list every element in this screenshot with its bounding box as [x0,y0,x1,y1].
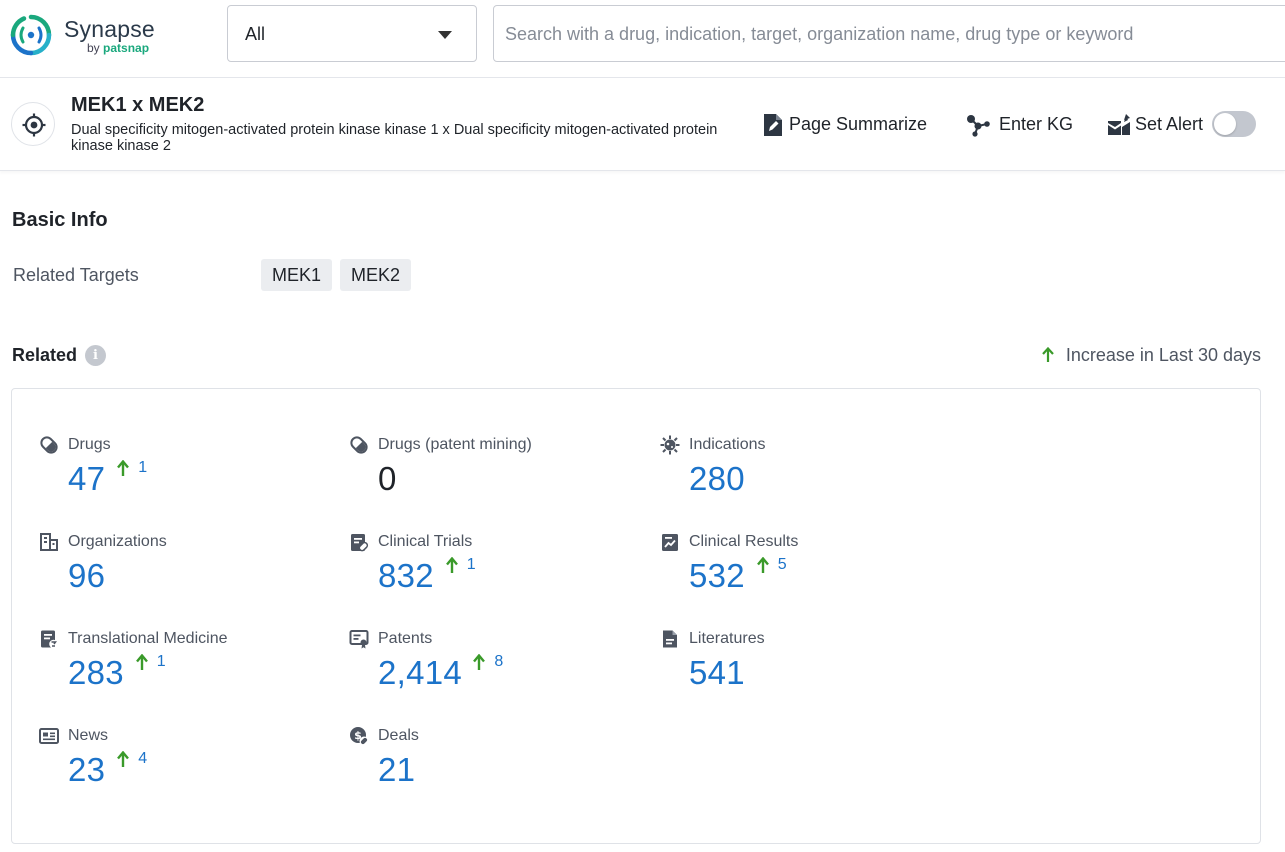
pill-icon [349,435,369,455]
stat-label: Clinical Trials [378,533,472,551]
virus-icon [660,435,680,455]
coins-icon: $ [349,726,369,746]
stat-increase-count: 1 [138,459,147,477]
search-scope-select[interactable]: All [227,5,477,62]
stat-drugs-patent-mining[interactable]: Drugs (patent mining) 0 [349,435,649,515]
knowledge-graph-icon [965,113,991,137]
stat-label: Organizations [68,533,167,551]
building-icon [39,532,59,552]
stat-label: News [68,727,108,745]
synapse-logo[interactable]: Synapse by patsnap [10,12,170,58]
stat-label: Drugs (patent mining) [378,436,532,454]
stat-increase-count: 8 [494,653,503,671]
page-summarize-label: Page Summarize [789,114,927,135]
stat-increase-count: 5 [778,556,787,574]
stat-label: Clinical Results [689,533,798,551]
stat-count[interactable]: 832 [378,557,434,595]
document-icon [660,629,680,649]
set-alert-toggle[interactable] [1212,111,1256,137]
stat-label: Literatures [689,630,765,648]
entity-title: MEK1 x MEK2 [71,94,204,117]
chart-report-icon [660,532,680,552]
arrow-up-icon [136,654,148,671]
stat-increase-count: 1 [157,653,166,671]
stat-count[interactable]: 283 [68,654,124,692]
stat-news[interactable]: News 23 4 [39,726,339,806]
target-tag-mek1[interactable]: MEK1 [261,259,332,291]
stat-indications[interactable]: Indications 280 [660,435,960,515]
arrow-up-icon [117,460,129,477]
stat-patents[interactable]: Patents 2,414 8 [349,629,649,709]
toggle-knob [1214,113,1236,135]
stat-clinical-results[interactable]: Clinical Results 532 5 [660,532,960,612]
target-icon [11,102,55,146]
related-targets-label: Related Targets [13,265,139,286]
arrow-up-icon [446,557,458,574]
stat-label: Indications [689,436,766,454]
synapse-logo-icon [10,14,52,56]
search-box[interactable] [493,5,1285,62]
related-stats-card: Drugs 47 1 Drugs (patent mining) 0 Indication… [11,388,1261,844]
info-icon[interactable]: i [85,345,106,366]
stat-count[interactable]: 47 [68,460,105,498]
stat-clinical-trials[interactable]: Clinical Trials 832 1 [349,532,649,612]
pill-icon [39,435,59,455]
stat-count[interactable]: 96 [68,557,105,595]
document-edit-icon [762,113,784,137]
increase-legend-label: Increase in Last 30 days [1066,345,1261,365]
stat-count[interactable]: 21 [378,751,415,789]
arrow-up-icon [1042,347,1054,363]
stat-label: Patents [378,630,432,648]
top-bar: Synapse by patsnap All [0,0,1285,78]
stat-count: 0 [378,460,397,498]
logo-name: Synapse [64,16,155,43]
stat-label: Translational Medicine [68,630,227,648]
arrow-up-icon [473,654,485,671]
arrow-up-icon [117,751,129,768]
entity-description: Dual specificity mitogen-activated prote… [71,122,761,154]
logo-byline: by patsnap [87,41,149,55]
stat-organizations[interactable]: Organizations 96 [39,532,339,612]
related-title: Related [12,345,77,366]
stat-increase-count: 1 [467,556,476,574]
stat-count[interactable]: 2,414 [378,654,462,692]
stat-count[interactable]: 532 [689,557,745,595]
enter-kg-label: Enter KG [999,114,1073,135]
stat-count[interactable]: 541 [689,654,745,692]
document-flask-icon [39,629,59,649]
certificate-icon [349,629,369,649]
stat-translational-medicine[interactable]: Translational Medicine 283 1 [39,629,339,709]
stat-deals[interactable]: $ Deals 21 [349,726,649,806]
stat-drugs[interactable]: Drugs 47 1 [39,435,339,515]
stat-literatures[interactable]: Literatures 541 [660,629,960,709]
increase-legend: Increase in Last 30 days [1042,345,1261,366]
stat-label: Drugs [68,436,111,454]
search-input[interactable] [505,20,1265,48]
arrow-up-icon [757,557,769,574]
stat-label: Deals [378,727,419,745]
stat-count[interactable]: 280 [689,460,745,498]
search-scope-value: All [245,24,265,45]
set-alert-label: Set Alert [1135,114,1203,135]
clipboard-pill-icon [349,532,369,552]
newspaper-icon [39,726,59,746]
alert-mail-icon [1107,113,1131,137]
basic-info-title: Basic Info [12,209,108,232]
caret-down-icon [438,31,452,39]
entity-header: MEK1 x MEK2 Dual specificity mitogen-act… [0,79,1285,171]
stat-count[interactable]: 23 [68,751,105,789]
stat-increase-count: 4 [138,750,147,768]
target-tag-mek2[interactable]: MEK2 [340,259,411,291]
